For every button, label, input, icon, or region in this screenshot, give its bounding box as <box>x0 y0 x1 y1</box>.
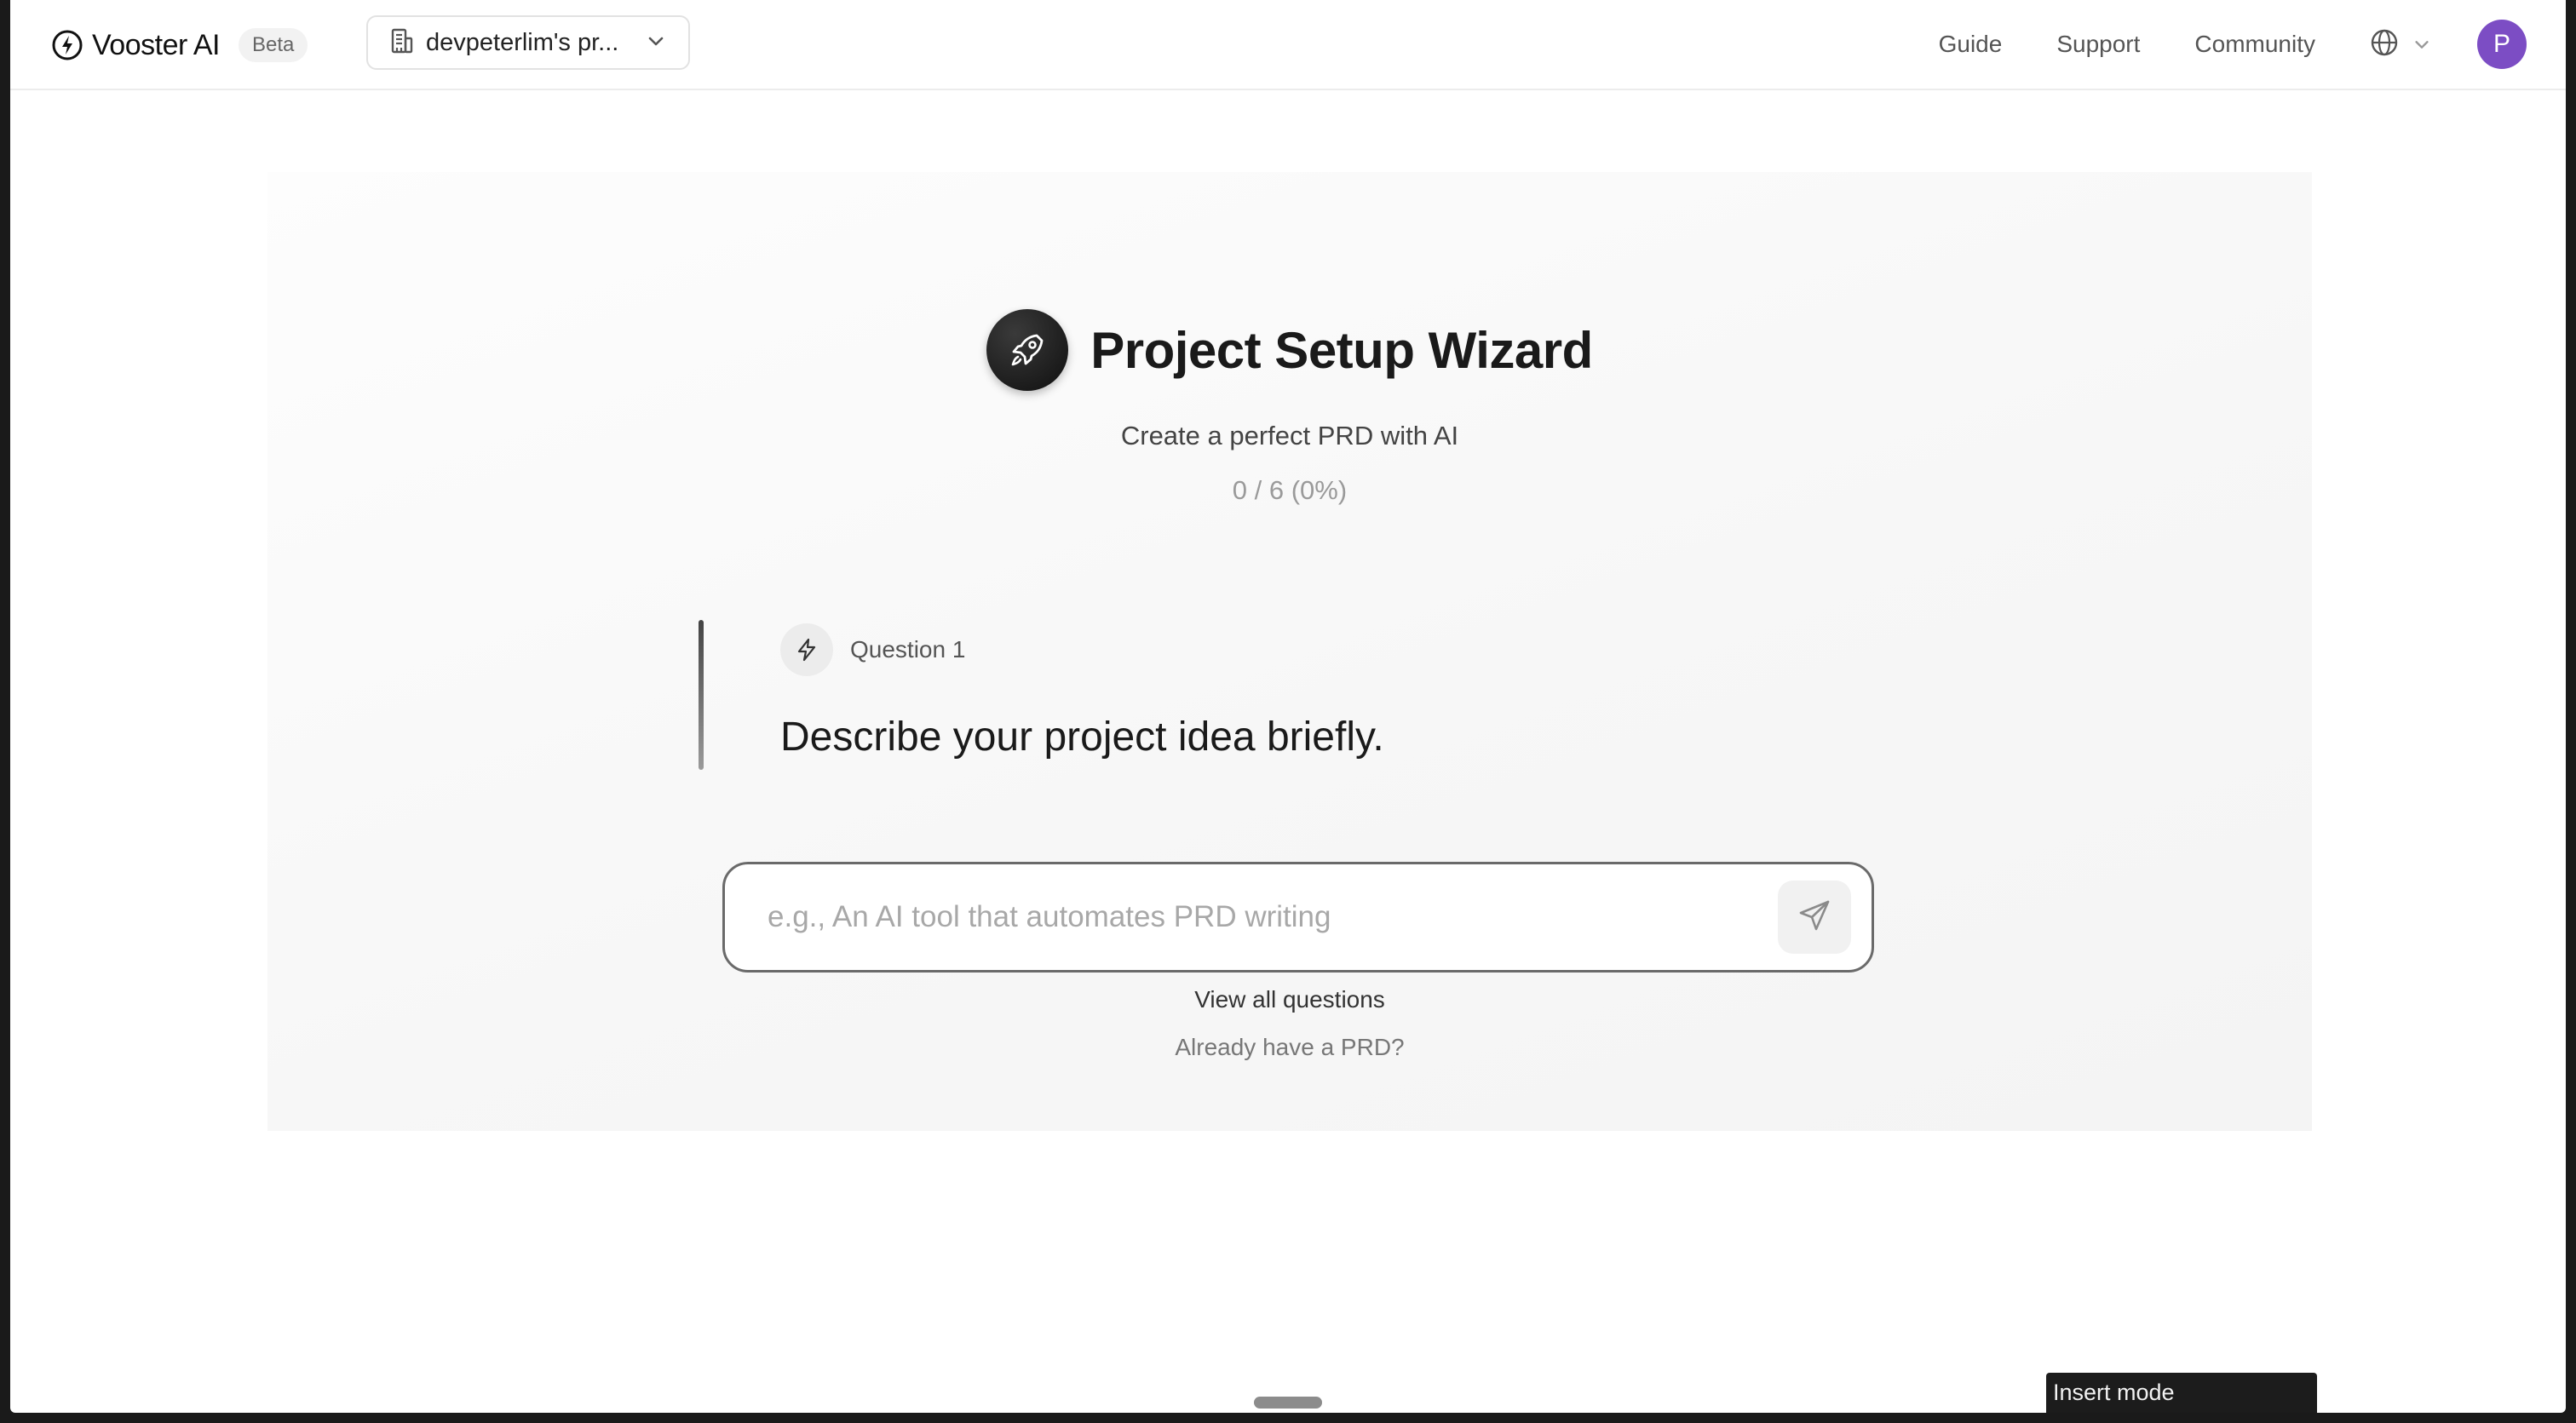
answer-input-box <box>722 862 1874 973</box>
workspace-selector[interactable]: devpeterlim's pr... <box>366 15 690 70</box>
user-avatar[interactable]: P <box>2477 20 2527 69</box>
bolt-icon <box>780 623 833 676</box>
globe-icon <box>2370 28 2399 61</box>
wizard-panel: Project Setup Wizard Create a perfect PR… <box>267 172 2312 1131</box>
view-all-questions-label: View all questions <box>1194 986 1385 1013</box>
view-all-questions-link[interactable]: View all questions <box>267 986 2312 1013</box>
send-icon <box>1797 898 1832 938</box>
chevron-down-icon <box>646 31 666 55</box>
page-title: Project Setup Wizard <box>1090 321 1593 379</box>
beta-badge: Beta <box>239 28 308 62</box>
already-have-prd-link[interactable]: Already have a PRD? <box>267 1034 2312 1061</box>
building-icon <box>390 28 414 58</box>
question-text: Describe your project idea briefly. <box>780 714 1384 760</box>
chevron-down-icon <box>2412 35 2431 54</box>
answer-input[interactable] <box>768 900 1778 934</box>
progress-counter: 0 / 6 (0%) <box>1232 475 1348 505</box>
nav-support-link[interactable]: Support <box>2056 31 2140 58</box>
question-header: Question 1 <box>780 623 965 676</box>
wizard-subtitle: Create a perfect PRD with AI <box>1120 421 1459 450</box>
nav-community-link[interactable]: Community <box>2194 31 2315 58</box>
rocket-icon <box>986 309 1069 391</box>
language-selector[interactable] <box>2370 28 2431 61</box>
question-number: Question 1 <box>850 636 966 663</box>
send-button[interactable] <box>1778 881 1851 954</box>
question-card: Question 1 Describe your project idea br… <box>699 620 1721 772</box>
bolt-icon <box>51 29 83 61</box>
brand-name: Vooster AI <box>92 28 221 61</box>
app-window: Vooster AI Beta devpeterlim's pr... Guid… <box>10 0 2566 1413</box>
wizard-title-row: Project Setup Wizard <box>267 308 2312 392</box>
insert-mode-indicator: Insert mode <box>2046 1373 2317 1413</box>
question-accent-bar <box>699 620 704 770</box>
brand-logo[interactable]: Vooster AI Beta <box>51 24 308 66</box>
header-nav: Guide Support Community P <box>1939 0 2566 89</box>
top-header: Vooster AI Beta devpeterlim's pr... Guid… <box>10 0 2566 90</box>
workspace-name: devpeterlim's pr... <box>426 28 619 56</box>
nav-guide-link[interactable]: Guide <box>1939 31 2003 58</box>
already-have-prd-label: Already have a PRD? <box>1175 1034 1405 1060</box>
resize-handle[interactable] <box>1254 1397 1322 1409</box>
